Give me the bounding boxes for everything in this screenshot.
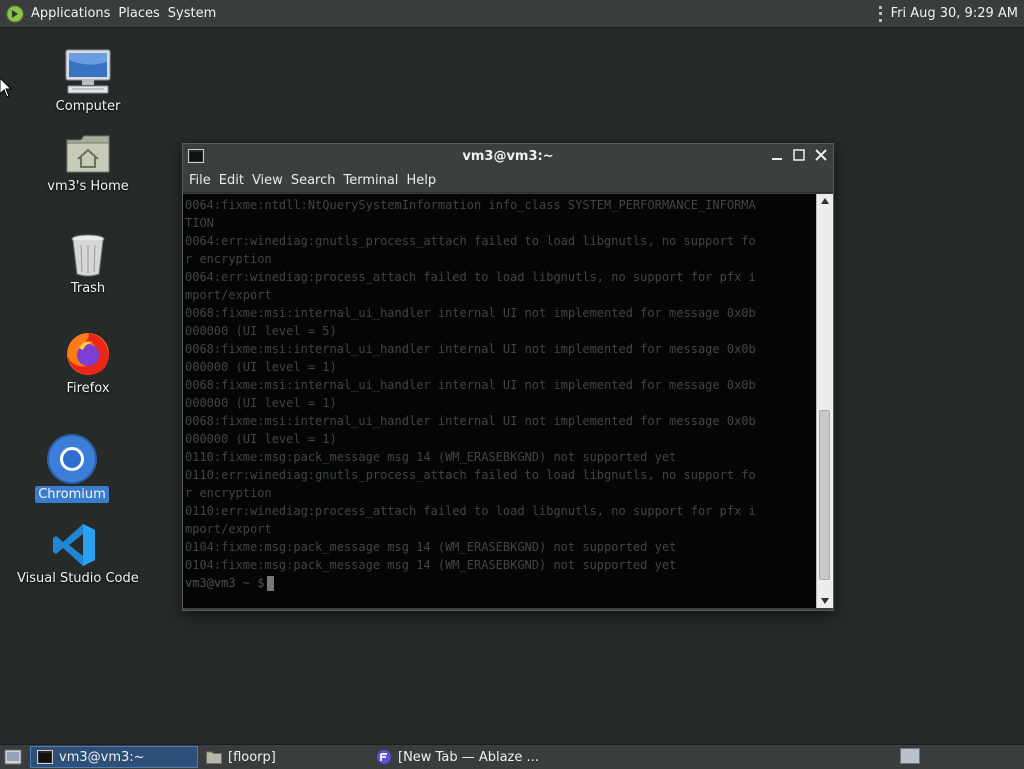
arrow-down-icon: [821, 598, 829, 604]
desktop-icon-label: vm3's Home: [47, 179, 129, 194]
vscode-icon: [53, 524, 95, 566]
folder-icon: [206, 751, 222, 764]
window-titlebar[interactable]: vm3@vm3:~: [183, 144, 833, 168]
bottom-panel: vm3@vm3:~ [floorp] [New Tab — Ablaze ...: [0, 744, 1024, 769]
desktop-icon-label: Visual Studio Code: [17, 571, 139, 586]
terminal-line: 0104:fixme:msg:pack_message msg 14 (WM_E…: [185, 540, 677, 554]
terminal-line: 0110:err:winediag:process_attach failed …: [185, 504, 756, 518]
menu-terminal[interactable]: Terminal: [339, 173, 402, 188]
terminal-output[interactable]: 0064:fixme:ntdll:NtQuerySystemInformatio…: [183, 194, 817, 608]
terminal-line: 000000 (UI level = 5): [185, 324, 337, 338]
taskbar-item-label: [floorp]: [228, 749, 276, 765]
top-panel-right: Fri Aug 30, 9:29 AM: [878, 0, 1018, 27]
window-title: vm3@vm3:~: [462, 148, 554, 164]
menu-view[interactable]: View: [248, 173, 287, 188]
trash-icon: [71, 234, 105, 277]
terminal-line: 000000 (UI level = 1): [185, 396, 337, 410]
chromium-icon: [47, 434, 97, 484]
mint-logo-icon: [6, 5, 24, 22]
maximize-icon: [793, 149, 805, 161]
close-button[interactable]: [813, 147, 829, 163]
panel-handle-icon: [878, 5, 883, 22]
taskbar-item-floorp-folder[interactable]: [floorp]: [200, 746, 368, 768]
desktop-icon-firefox[interactable]: Firefox: [48, 328, 128, 397]
desktop-icon-label: Chromium: [35, 486, 109, 503]
menu-search[interactable]: Search: [287, 173, 340, 188]
system-menu[interactable]: System: [164, 6, 220, 21]
terminal-line: r encryption: [185, 252, 272, 266]
terminal-line: 0068:fixme:msi:internal_ui_handler inter…: [185, 306, 756, 320]
menu-file[interactable]: File: [185, 173, 215, 188]
minimize-button[interactable]: [769, 147, 785, 163]
clock[interactable]: Fri Aug 30, 9:29 AM: [891, 6, 1018, 21]
taskbar-item-terminal[interactable]: vm3@vm3:~: [30, 746, 198, 768]
desktop-icon-label: Firefox: [66, 381, 110, 396]
show-desktop-button[interactable]: [2, 746, 24, 768]
desktop-icon-trash[interactable]: Trash: [48, 232, 128, 297]
applications-menu[interactable]: Applications: [27, 6, 114, 21]
scroll-down-button[interactable]: [817, 594, 833, 608]
terminal-line: 0064:fixme:ntdll:NtQuerySystemInformatio…: [185, 198, 756, 212]
terminal-line: 0110:fixme:msg:pack_message msg 14 (WM_E…: [185, 450, 677, 464]
terminal-line: 0064:err:winediag:process_attach failed …: [185, 270, 756, 284]
desktop-icon-computer[interactable]: Computer: [48, 48, 128, 115]
mouse-pointer-icon: [0, 78, 12, 98]
text-cursor: [267, 575, 275, 591]
terminal-prompt: vm3@vm3 ~ $: [185, 576, 265, 590]
show-desktop-icon: [4, 749, 22, 765]
home-folder-icon: [66, 135, 110, 173]
workspace-switcher[interactable]: [900, 748, 920, 764]
terminal-menubar: File Edit View Search Terminal Help: [183, 168, 833, 193]
terminal-line: 0068:fixme:msi:internal_ui_handler inter…: [185, 414, 756, 428]
terminal-line: 000000 (UI level = 1): [185, 432, 337, 446]
firefox-icon: [67, 333, 109, 375]
terminal-line: TION: [185, 216, 214, 230]
terminal-line: 0068:fixme:msi:internal_ui_handler inter…: [185, 342, 756, 356]
terminal-window-icon: [188, 149, 204, 163]
desktop-icon-label: Trash: [70, 281, 106, 296]
menu-edit[interactable]: Edit: [215, 173, 248, 188]
terminal-line: 0104:fixme:msg:pack_message msg 14 (WM_E…: [185, 558, 677, 572]
terminal-line: 000000 (UI level = 1): [185, 360, 337, 374]
taskbar-item-floorp-browser[interactable]: [New Tab — Ablaze ...: [370, 746, 570, 768]
desktop-icon-chromium[interactable]: Chromium: [32, 434, 112, 503]
menu-help[interactable]: Help: [402, 173, 440, 188]
scroll-up-button[interactable]: [817, 194, 833, 208]
terminal-line: mport/export: [185, 522, 272, 536]
terminal-line: 0068:fixme:msi:internal_ui_handler inter…: [185, 378, 756, 392]
maximize-button[interactable]: [791, 147, 807, 163]
terminal-line: r encryption: [185, 486, 272, 500]
floorp-icon: [377, 750, 391, 764]
scrollbar-thumb[interactable]: [819, 410, 830, 580]
terminal-prompt-line[interactable]: vm3@vm3 ~ $: [185, 574, 817, 592]
taskbar-item-label: vm3@vm3:~: [59, 749, 145, 765]
places-menu[interactable]: Places: [114, 6, 163, 21]
computer-icon: [65, 49, 111, 94]
top-panel: Applications Places System Fri Aug 30, 9…: [0, 0, 1024, 28]
terminal-window[interactable]: vm3@vm3:~ File Edit View Search Terminal…: [182, 143, 834, 611]
arrow-up-icon: [821, 198, 829, 204]
desktop-icon-home[interactable]: vm3's Home: [43, 132, 133, 195]
terminal-line: 0110:err:winediag:gnutls_process_attach …: [185, 468, 756, 482]
window-controls: [769, 147, 829, 163]
terminal-line: mport/export: [185, 288, 272, 302]
minimize-icon: [772, 158, 782, 160]
terminal-icon: [37, 750, 53, 764]
desktop-icon-label: Computer: [55, 99, 121, 114]
close-icon: [815, 149, 827, 161]
desktop-icon-vscode[interactable]: Visual Studio Code: [14, 522, 139, 587]
terminal-line: 0064:err:winediag:gnutls_process_attach …: [185, 234, 756, 248]
terminal-scrollbar[interactable]: [816, 194, 833, 608]
main-menu: Applications Places System: [0, 5, 220, 23]
taskbar-item-label: [New Tab — Ablaze ...: [398, 749, 539, 765]
